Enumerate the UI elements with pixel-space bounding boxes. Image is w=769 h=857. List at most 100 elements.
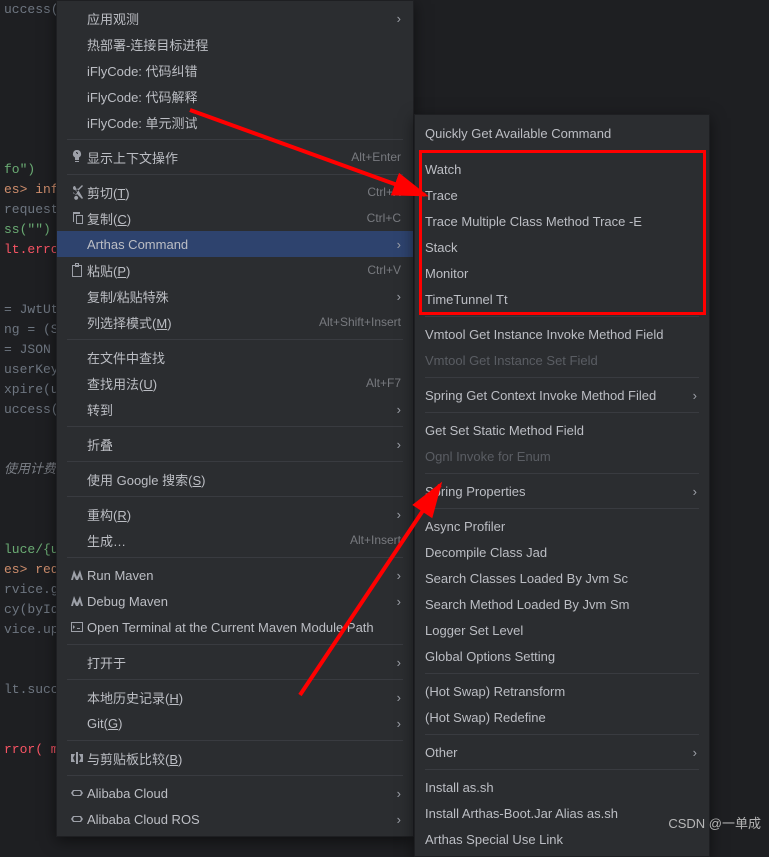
menu-item[interactable]: 查找用法(U)Alt+F7 [57,370,413,396]
menu-item[interactable]: 应用观测› [57,5,413,31]
menu-item[interactable]: Alibaba Cloud ROS› [57,806,413,832]
submenu-item[interactable]: TimeTunnel Tt [415,286,709,312]
submenu-item[interactable]: Async Profiler [415,513,709,539]
icon-slot [67,619,87,635]
chevron-right-icon: › [397,11,401,26]
icon-slot [67,149,87,165]
menu-item[interactable]: Alibaba Cloud › [57,780,413,806]
separator [67,496,403,497]
submenu-item-label: Async Profiler [425,519,697,534]
menu-item[interactable]: Run Maven › [57,562,413,588]
menu-item-label: iFlyCode: 代码纠错 [87,61,401,80]
menu-item-label: 使用 Google 搜索(S) [87,470,401,489]
separator [67,775,403,776]
menu-item-label: Run Maven [87,568,389,583]
menu-item[interactable]: 使用 Google 搜索(S) [57,466,413,492]
submenu-item-label: Spring Get Context Invoke Method Filed [425,388,685,403]
menu-item[interactable]: Git(G)› [57,710,413,736]
menu-item[interactable]: 在文件中查找 [57,344,413,370]
menu-item[interactable]: 粘贴(P)Ctrl+V [57,257,413,283]
menu-item[interactable]: 复制/粘贴特殊› [57,283,413,309]
menu-item-label: 生成… [87,531,338,550]
submenu-item-label: Install Arthas-Boot.Jar Alias as.sh [425,806,697,821]
menu-item-label: Alibaba Cloud [87,786,389,801]
submenu-item[interactable]: Other› [415,739,709,765]
separator [425,673,699,674]
separator [67,679,403,680]
separator [67,461,403,462]
submenu-item[interactable]: (Hot Swap) Redefine [415,704,709,730]
submenu-item[interactable]: Stack [415,234,709,260]
menu-item[interactable]: iFlyCode: 单元测试 [57,109,413,135]
menu-item-label: iFlyCode: 代码解释 [87,87,401,106]
menu-item-label: 重构(R) [87,505,389,524]
ali-icon [69,811,85,827]
menu-item[interactable]: 热部署-连接目标进程 [57,31,413,57]
chevron-right-icon: › [693,484,697,499]
maven-icon [69,593,85,609]
submenu-item[interactable]: Vmtool Get Instance Invoke Method Field [415,321,709,347]
chevron-right-icon: › [397,594,401,609]
separator [67,740,403,741]
menu-item[interactable]: 列选择模式(M)Alt+Shift+Insert [57,309,413,335]
separator [425,316,699,317]
submenu-item[interactable]: Spring Get Context Invoke Method Filed› [415,382,709,408]
menu-item[interactable]: Arthas Command› [57,231,413,257]
menu-item[interactable]: 折叠› [57,431,413,457]
menu-item[interactable]: Debug Maven› [57,588,413,614]
submenu-item[interactable]: Search Method Loaded By Jvm Sm [415,591,709,617]
submenu-item-label: Monitor [425,266,697,281]
menu-item[interactable]: 重构(R)› [57,501,413,527]
submenu-item-label: Spring Properties [425,484,685,499]
menu-item[interactable]: 生成…Alt+Insert [57,527,413,553]
chevron-right-icon: › [397,786,401,801]
separator [425,412,699,413]
submenu-item[interactable]: Logger Set Level [415,617,709,643]
submenu-item[interactable]: Monitor [415,260,709,286]
menu-item[interactable]: iFlyCode: 代码解释 [57,83,413,109]
submenu-item[interactable]: Search Classes Loaded By Jvm Sc [415,565,709,591]
submenu-item-label: Stack [425,240,697,255]
chevron-right-icon: › [397,690,401,705]
submenu-item[interactable]: Install Arthas-Boot.Jar Alias as.sh [415,800,709,826]
submenu-item[interactable]: Arthas Special Use Link [415,826,709,852]
menu-item[interactable]: Open Terminal at the Current Maven Modul… [57,614,413,640]
menu-item[interactable]: 复制(C)Ctrl+C [57,205,413,231]
chevron-right-icon: › [397,568,401,583]
submenu-item[interactable]: Trace [415,182,709,208]
shortcut: Alt+Shift+Insert [319,315,401,329]
separator [425,377,699,378]
submenu-item-label: Logger Set Level [425,623,697,638]
menu-item[interactable]: 显示上下文操作Alt+Enter [57,144,413,170]
submenu-item[interactable]: Decompile Class Jad [415,539,709,565]
maven-icon [69,567,85,583]
menu-item-label: 折叠 [87,435,389,454]
submenu-item-label: Trace Multiple Class Method Trace -E [425,214,697,229]
submenu-header-label: Quickly Get Available Command [425,126,697,141]
submenu-item[interactable]: Watch [415,156,709,182]
menu-item[interactable]: 转到› [57,396,413,422]
submenu-item[interactable]: Trace Multiple Class Method Trace -E [415,208,709,234]
submenu-item-label: Search Method Loaded By Jvm Sm [425,597,697,612]
submenu-item-label: TimeTunnel Tt [425,292,697,307]
submenu-item[interactable]: Spring Properties › [415,478,709,504]
chevron-right-icon: › [397,716,401,731]
submenu-item-label: Ognl Invoke for Enum [425,449,697,464]
submenu-item[interactable]: Install as.sh [415,774,709,800]
chevron-right-icon: › [397,289,401,304]
chevron-right-icon: › [397,402,401,417]
menu-item[interactable]: 与剪贴板比较(B) [57,745,413,771]
submenu-item-label: (Hot Swap) Redefine [425,710,697,725]
separator [425,151,699,152]
menu-item[interactable]: 本地历史记录(H)› [57,684,413,710]
menu-item[interactable]: 剪切(T)Ctrl+X [57,179,413,205]
menu-item-label: 与剪贴板比较(B) [87,749,401,768]
submenu-item[interactable]: Get Set Static Method Field [415,417,709,443]
submenu-item[interactable]: Global Options Setting [415,643,709,669]
submenu-item: Ognl Invoke for Enum [415,443,709,469]
menu-item[interactable]: 打开于› [57,649,413,675]
submenu-item-label: Watch [425,162,697,177]
shortcut: Ctrl+X [367,185,401,199]
menu-item[interactable]: iFlyCode: 代码纠错 [57,57,413,83]
submenu-item[interactable]: (Hot Swap) Retransform [415,678,709,704]
